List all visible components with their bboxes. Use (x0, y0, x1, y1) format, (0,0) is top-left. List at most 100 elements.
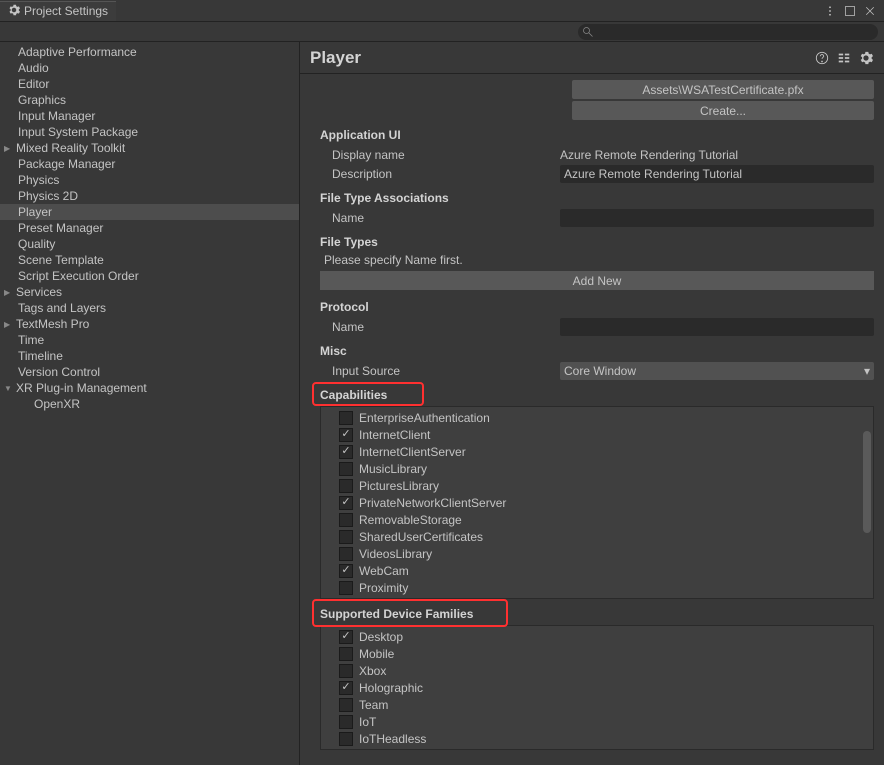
create-button[interactable]: Create... (572, 101, 874, 120)
checkbox[interactable] (339, 411, 353, 425)
capabilities-list: EnterpriseAuthenticationInternetClient In… (320, 406, 874, 599)
sidebar-item-input-system-package[interactable]: Input System Package (0, 124, 299, 140)
file-type-assoc-section: File Type Associations (320, 191, 874, 205)
checkbox[interactable] (339, 581, 353, 595)
search-icon (582, 26, 594, 38)
device-families-section: Supported Device Families (320, 607, 874, 621)
search-input[interactable] (578, 24, 878, 40)
help-icon[interactable] (814, 50, 830, 66)
maximize-icon[interactable] (842, 3, 858, 19)
sidebar-item-label: Editor (18, 77, 49, 91)
sidebar-item-tags-and-layers[interactable]: Tags and Layers (0, 300, 299, 316)
sidebar-item-graphics[interactable]: Graphics (0, 92, 299, 108)
checkbox[interactable] (339, 530, 353, 544)
capability-row: PicturesLibrary (321, 477, 873, 494)
scrollbar[interactable] (861, 407, 873, 598)
capability-row: SharedUserCertificates (321, 528, 873, 545)
sidebar-item-label: Version Control (18, 365, 100, 379)
input-source-dropdown[interactable]: Core Window ▾ (560, 362, 874, 380)
sidebar-item-xr-plug-in-management[interactable]: ▼XR Plug-in Management (0, 380, 299, 396)
sidebar-item-label: Timeline (18, 349, 63, 363)
sidebar-item-quality[interactable]: Quality (0, 236, 299, 252)
expand-right-icon: ▶ (4, 320, 16, 329)
sidebar-item-services[interactable]: ▶Services (0, 284, 299, 300)
checkbox[interactable] (339, 479, 353, 493)
cert-path-button[interactable]: Assets\WSATestCertificate.pfx (572, 80, 874, 99)
sidebar-item-label: Audio (18, 61, 49, 75)
menu-icon[interactable] (822, 3, 838, 19)
titlebar: Project Settings (0, 0, 884, 22)
sidebar-item-preset-manager[interactable]: Preset Manager (0, 220, 299, 236)
sidebar-item-physics[interactable]: Physics (0, 172, 299, 188)
description-input[interactable] (560, 165, 874, 183)
capability-row: PrivateNetworkClientServer (321, 494, 873, 511)
protocol-name-input[interactable] (560, 318, 874, 336)
sidebar-item-openxr[interactable]: OpenXR (0, 396, 299, 412)
sidebar-item-version-control[interactable]: Version Control (0, 364, 299, 380)
device-family-row: Xbox (321, 662, 873, 679)
sidebar-item-label: TextMesh Pro (16, 317, 89, 331)
window-tab[interactable]: Project Settings (0, 1, 116, 21)
sidebar-item-textmesh-pro[interactable]: ▶TextMesh Pro (0, 316, 299, 332)
checkbox[interactable] (339, 630, 353, 644)
sidebar-item-input-manager[interactable]: Input Manager (0, 108, 299, 124)
sidebar-item-label: Player (18, 205, 52, 219)
capability-label: InternetClientServer (359, 445, 466, 459)
checkbox[interactable] (339, 547, 353, 561)
sidebar-item-label: Script Execution Order (18, 269, 139, 283)
device-family-row: IoT (321, 713, 873, 730)
add-new-button[interactable]: Add New (320, 271, 874, 290)
sidebar-item-player[interactable]: Player (0, 204, 299, 220)
expand-right-icon: ▶ (4, 144, 16, 153)
fta-name-input[interactable] (560, 209, 874, 227)
checkbox[interactable] (339, 496, 353, 510)
sidebar-item-scene-template[interactable]: Scene Template (0, 252, 299, 268)
checkbox[interactable] (339, 647, 353, 661)
checkbox[interactable] (339, 445, 353, 459)
sidebar-item-script-execution-order[interactable]: Script Execution Order (0, 268, 299, 284)
checkbox[interactable] (339, 698, 353, 712)
device-family-row: Mobile (321, 645, 873, 662)
device-family-label: IoTHeadless (359, 732, 426, 746)
fta-name-label: Name (320, 211, 560, 225)
sidebar-item-time[interactable]: Time (0, 332, 299, 348)
settings-sidebar: Adaptive PerformanceAudioEditorGraphicsI… (0, 42, 300, 765)
checkbox[interactable] (339, 732, 353, 746)
display-name-value: Azure Remote Rendering Tutorial (560, 148, 874, 162)
device-family-label: Holographic (359, 681, 423, 695)
sidebar-item-package-manager[interactable]: Package Manager (0, 156, 299, 172)
device-family-label: Xbox (359, 664, 386, 678)
capability-row: InternetClient (321, 426, 873, 443)
checkbox[interactable] (339, 462, 353, 476)
presets-icon[interactable] (836, 50, 852, 66)
close-icon[interactable] (862, 3, 878, 19)
sidebar-item-label: Package Manager (18, 157, 115, 171)
capability-label: RemovableStorage (359, 513, 462, 527)
sidebar-item-physics-2d[interactable]: Physics 2D (0, 188, 299, 204)
device-family-row: Holographic (321, 679, 873, 696)
device-family-row: IoTHeadless (321, 730, 873, 747)
sidebar-item-label: Physics 2D (18, 189, 78, 203)
checkbox[interactable] (339, 664, 353, 678)
checkbox[interactable] (339, 428, 353, 442)
sidebar-item-editor[interactable]: Editor (0, 76, 299, 92)
file-types-section: File Types (320, 235, 874, 249)
capability-row: MusicLibrary (321, 460, 873, 477)
checkbox[interactable] (339, 681, 353, 695)
checkbox[interactable] (339, 564, 353, 578)
sidebar-item-adaptive-performance[interactable]: Adaptive Performance (0, 44, 299, 60)
capability-label: VideosLibrary (359, 547, 432, 561)
sidebar-item-mixed-reality-toolkit[interactable]: ▶Mixed Reality Toolkit (0, 140, 299, 156)
capability-row: WebCam (321, 562, 873, 579)
sidebar-item-audio[interactable]: Audio (0, 60, 299, 76)
device-family-row: Team (321, 696, 873, 713)
capability-label: MusicLibrary (359, 462, 427, 476)
sidebar-item-label: Tags and Layers (18, 301, 106, 315)
device-family-row: Desktop (321, 628, 873, 645)
settings-gear-icon[interactable] (858, 50, 874, 66)
checkbox[interactable] (339, 513, 353, 527)
checkbox[interactable] (339, 715, 353, 729)
capability-label: EnterpriseAuthentication (359, 411, 490, 425)
sidebar-item-label: Mixed Reality Toolkit (16, 141, 125, 155)
sidebar-item-timeline[interactable]: Timeline (0, 348, 299, 364)
